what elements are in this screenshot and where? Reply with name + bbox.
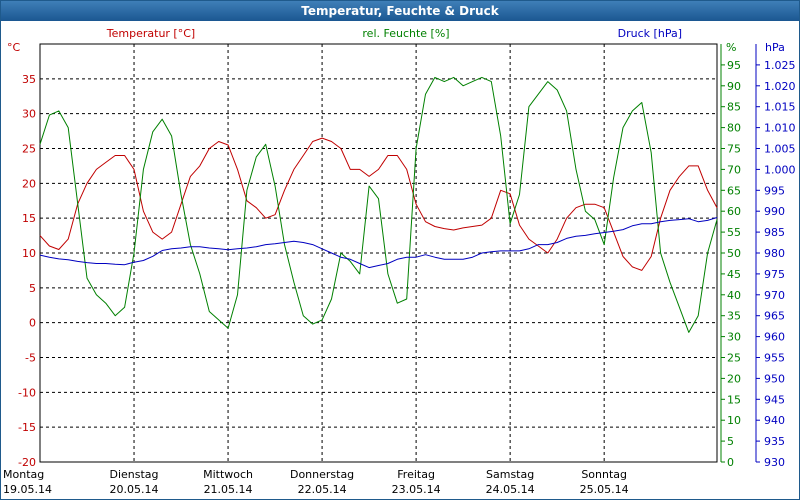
chart-canvas: -20-15-10-505101520253035Montag19.05.14D… [3, 27, 796, 496]
temperature-tick-label: 15 [22, 212, 36, 225]
humidity-tick-label: 55 [727, 226, 741, 239]
x-tick-day-label: Sonntag [581, 468, 627, 481]
humidity-tick-label: 20 [727, 372, 741, 385]
humidity-tick-label: 40 [727, 289, 741, 302]
pressure-tick-label: 945 [764, 393, 785, 406]
pressure-unit: hPa [765, 41, 785, 54]
humidity-tick-label: 80 [727, 122, 741, 135]
humidity-tick-label: 50 [727, 247, 741, 260]
humidity-tick-label: 90 [727, 80, 741, 93]
pressure-tick-label: 965 [764, 310, 785, 323]
x-tick-day-label: Dienstag [110, 468, 159, 481]
pressure-tick-label: 960 [764, 331, 785, 344]
temperature-tick-label: -5 [25, 352, 36, 365]
pressure-tick-label: 935 [764, 435, 785, 448]
temperature-tick-label: 0 [29, 317, 36, 330]
temperature-tick-label: 20 [22, 177, 36, 190]
series-line-temperature [39, 137, 718, 271]
pressure-tick-label: 1.020 [764, 80, 796, 93]
pressure-tick-label: 1.000 [764, 163, 796, 176]
humidity-tick-label: 0 [727, 456, 734, 469]
axis-layer: -20-15-10-505101520253035Montag19.05.14D… [3, 44, 796, 496]
humidity-tick-label: 70 [727, 163, 741, 176]
x-tick-day-label: Mittwoch [203, 468, 253, 481]
pressure-tick-label: 990 [764, 205, 785, 218]
temperature-tick-label: -15 [18, 421, 36, 434]
temperature-tick-label: 25 [22, 143, 36, 156]
x-tick-date-label: 19.05.14 [3, 483, 52, 496]
pressure-tick-label: 1.015 [764, 101, 796, 114]
series-line-pressure [39, 217, 718, 269]
temperature-tick-label: 30 [22, 108, 36, 121]
humidity-tick-label: 95 [727, 59, 741, 72]
chart-window: Temperatur, Feuchte & Druck -20 -15 -10 -5 0… [0, 0, 800, 500]
humidity-tick-label: 15 [727, 393, 741, 406]
humidity-tick-label: 5 [727, 435, 734, 448]
humidity-tick-label: 85 [727, 101, 741, 114]
x-tick-date-label: 25.05.14 [580, 483, 629, 496]
humidity-tick-label: 65 [727, 184, 741, 197]
pressure-axis-label: Druck [hPa] [618, 27, 682, 40]
temperature-tick-label: -10 [18, 386, 36, 399]
temperature-tick-label: 35 [22, 73, 36, 86]
x-tick-date-label: 21.05.14 [204, 483, 253, 496]
pressure-tick-label: 1.005 [764, 143, 796, 156]
temperature-tick-label: 10 [22, 247, 36, 260]
series-layer [39, 76, 718, 333]
x-tick-day-label: Samstag [486, 468, 534, 481]
humidity-unit: % [726, 41, 736, 54]
humidity-tick-label: 60 [727, 205, 741, 218]
pressure-tick-label: 930 [764, 456, 785, 469]
humidity-tick-label: 75 [727, 143, 741, 156]
pressure-tick-label: 970 [764, 289, 785, 302]
pressure-tick-label: 1.025 [764, 59, 796, 72]
x-tick-day-label: Donnerstag [290, 468, 354, 481]
x-tick-day-label: Freitag [397, 468, 435, 481]
pressure-tick-label: 940 [764, 414, 785, 427]
x-tick-day-label: Montag [3, 468, 44, 481]
x-tick-date-label: 23.05.14 [392, 483, 441, 496]
pressure-tick-label: 995 [764, 184, 785, 197]
temperature-tick-label: 5 [29, 282, 36, 295]
temperature-axis-label: Temperatur [°C] [106, 27, 195, 40]
humidity-tick-label: 35 [727, 310, 741, 323]
x-tick-date-label: 22.05.14 [298, 483, 347, 496]
humidity-axis-label: rel. Feuchte [%] [362, 27, 449, 40]
pressure-tick-label: 1.010 [764, 122, 796, 135]
humidity-tick-label: 30 [727, 331, 741, 344]
humidity-tick-label: 10 [727, 414, 741, 427]
window-title: Temperatur, Feuchte & Druck [1, 1, 799, 21]
humidity-tick-label: 45 [727, 268, 741, 281]
pressure-tick-label: 955 [764, 352, 785, 365]
pressure-tick-label: 950 [764, 372, 785, 385]
humidity-tick-label: 25 [727, 352, 741, 365]
temperature-unit: °C [7, 41, 21, 54]
x-tick-date-label: 24.05.14 [486, 483, 535, 496]
x-tick-date-label: 20.05.14 [110, 483, 159, 496]
pressure-tick-label: 985 [764, 226, 785, 239]
grid-layer [39, 43, 718, 463]
pressure-tick-label: 980 [764, 247, 785, 260]
pressure-tick-label: 975 [764, 268, 785, 281]
